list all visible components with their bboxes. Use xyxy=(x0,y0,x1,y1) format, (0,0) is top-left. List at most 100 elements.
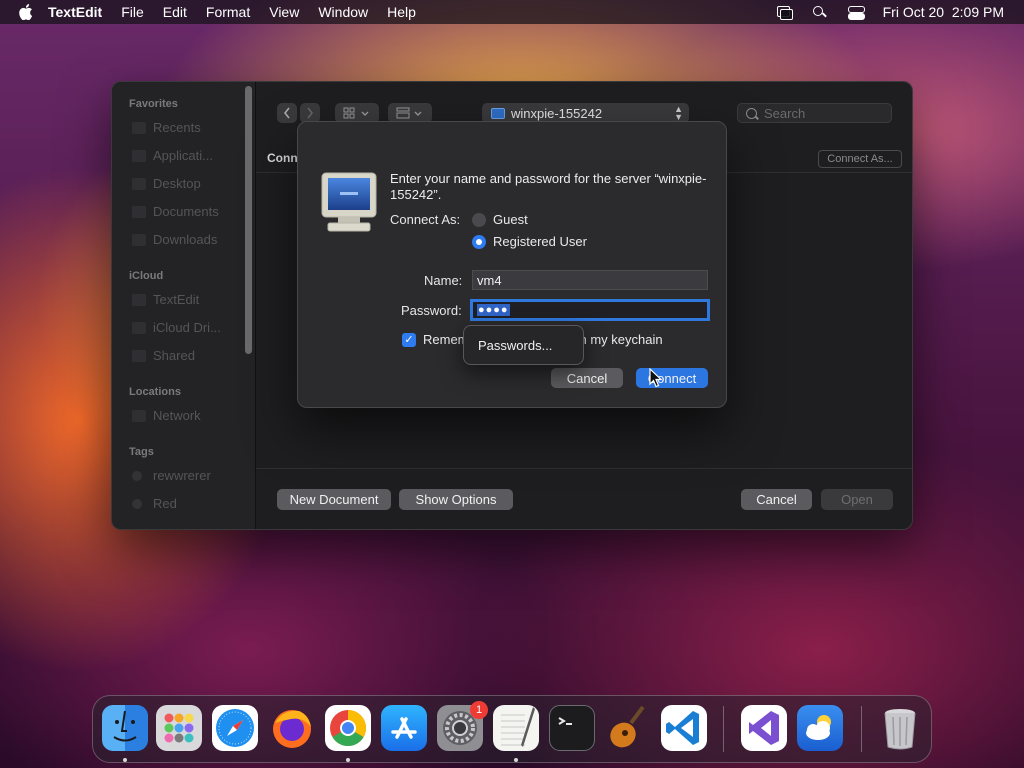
dialog-cancel-button[interactable]: Cancel xyxy=(551,368,623,388)
sidebar-item-label: Shared xyxy=(153,348,195,363)
passwords-menu-item[interactable]: Passwords... xyxy=(478,338,552,353)
name-field[interactable]: vm4 xyxy=(472,270,708,290)
control-center-icon[interactable] xyxy=(847,5,865,20)
view-mode-button[interactable] xyxy=(335,103,379,123)
sidebar-item-label: Red xyxy=(153,496,177,511)
textedit-paper-pen-icon xyxy=(501,707,535,747)
apple-menu-icon[interactable] xyxy=(18,4,34,20)
radio-off-icon xyxy=(472,212,486,227)
menu-format[interactable]: Format xyxy=(206,4,250,20)
sidebar-item-desktop[interactable]: Desktop xyxy=(132,176,201,191)
guest-radio-label: Guest xyxy=(493,212,528,227)
textedit-dock-icon[interactable] xyxy=(493,705,539,751)
menu-edit[interactable]: Edit xyxy=(163,4,187,20)
clock-icon xyxy=(132,121,146,134)
finder-dock-icon[interactable] xyxy=(102,705,148,751)
guest-radio[interactable]: Guest xyxy=(472,212,528,227)
sidebar-scrollbar[interactable] xyxy=(245,86,252,354)
sidebar-header-locations: Locations xyxy=(129,386,181,398)
password-label: Password: xyxy=(401,303,462,318)
vscode-dock-icon[interactable] xyxy=(661,705,707,751)
trash-icon xyxy=(884,709,916,750)
chevron-left-icon xyxy=(283,107,290,119)
compass-icon xyxy=(216,709,254,747)
dialog-message: Enter your name and password for the ser… xyxy=(390,171,707,202)
network-globe-icon xyxy=(132,409,146,422)
sidebar-item-textedit[interactable]: TextEdit xyxy=(132,292,199,307)
launchpad-dock-icon[interactable] xyxy=(156,705,202,751)
vscode-icon xyxy=(666,711,699,745)
sidebar-item-documents[interactable]: Documents xyxy=(132,204,219,219)
spotlight-search-icon[interactable] xyxy=(811,5,829,19)
finder-running-indicator xyxy=(123,758,127,762)
menu-app-name[interactable]: TextEdit xyxy=(48,4,102,20)
name-value: vm4 xyxy=(477,272,502,288)
registered-user-radio[interactable]: Registered User xyxy=(472,234,587,249)
firefox-icon xyxy=(273,710,311,748)
safari-dock-icon[interactable] xyxy=(212,705,258,751)
sidebar-item-applications[interactable]: Applicati... xyxy=(132,148,213,163)
sidebar-item-shared[interactable]: Shared xyxy=(132,348,195,363)
show-options-button[interactable]: Show Options xyxy=(399,489,513,510)
sidebar-item-icloud-drive[interactable]: iCloud Dri... xyxy=(132,320,221,335)
sun-cloud-icon xyxy=(806,715,831,740)
terminal-dock-icon[interactable] xyxy=(549,705,595,751)
sidebar-item-downloads[interactable]: Downloads xyxy=(132,232,217,247)
up-down-chevron-icon: ▲ ▼ xyxy=(674,104,683,122)
password-field[interactable]: ●●●● xyxy=(470,299,710,321)
app-store-dock-icon[interactable] xyxy=(381,705,427,751)
finder-face-icon xyxy=(113,710,137,742)
sidebar-item-tag-rewwrerer[interactable]: rewwrerer xyxy=(132,468,211,483)
group-by-button[interactable] xyxy=(388,103,432,123)
sidebar-item-tag-red[interactable]: Red xyxy=(132,496,177,511)
search-placeholder: Search xyxy=(764,105,806,121)
menu-help[interactable]: Help xyxy=(387,4,416,20)
sidebar: Favorites Recents Applicati... Desktop D… xyxy=(112,82,256,529)
menu-window[interactable]: Window xyxy=(318,4,368,20)
open-button[interactable]: Open xyxy=(821,489,893,510)
visual-studio-icon xyxy=(749,711,779,745)
location-popup-label: winxpie-155242 xyxy=(511,105,603,121)
menu-view[interactable]: View xyxy=(269,4,299,20)
connect-as-button[interactable]: Connect As... xyxy=(818,150,902,168)
menubar-clock[interactable]: Fri Oct 20 2:09 PM xyxy=(883,4,1004,20)
back-button[interactable] xyxy=(277,103,297,123)
screen-mirroring-icon[interactable] xyxy=(775,5,793,20)
sidebar-item-label: Applicati... xyxy=(153,148,213,163)
icon-grid-view-icon xyxy=(343,107,369,119)
visual-studio-dock-icon[interactable] xyxy=(741,705,787,751)
bottom-divider xyxy=(256,468,912,469)
sidebar-header-favorites: Favorites xyxy=(129,98,178,110)
applications-icon xyxy=(132,149,146,162)
dock: 1 xyxy=(92,695,932,763)
system-settings-dock-icon[interactable]: 1 xyxy=(437,701,488,751)
dialog-connect-button[interactable]: Connect xyxy=(636,368,708,388)
checkmark-icon: ✓ xyxy=(402,332,416,347)
chrome-dock-icon[interactable] xyxy=(325,705,371,751)
app-store-icon xyxy=(391,717,417,739)
weather-dock-icon[interactable] xyxy=(797,705,843,751)
garageband-dock-icon[interactable] xyxy=(605,705,651,751)
trash-dock-icon[interactable] xyxy=(877,705,923,751)
cancel-button[interactable]: Cancel xyxy=(741,489,812,510)
menu-file[interactable]: File xyxy=(121,4,144,20)
sidebar-item-network[interactable]: Network xyxy=(132,408,201,423)
desktop-icon xyxy=(132,177,146,190)
mouse-cursor-icon xyxy=(649,368,663,388)
firefox-dock-icon[interactable] xyxy=(269,705,315,751)
search-field[interactable]: Search xyxy=(737,103,892,123)
registered-user-radio-label: Registered User xyxy=(493,234,587,249)
forward-button[interactable] xyxy=(300,103,320,123)
sidebar-item-label: Documents xyxy=(153,204,219,219)
location-popup[interactable]: winxpie-155242 ▲ ▼ xyxy=(482,103,689,123)
sidebar-item-label: Recents xyxy=(153,120,201,135)
tag-dot-icon xyxy=(132,498,142,509)
sidebar-header-tags: Tags xyxy=(129,446,154,458)
sidebar-item-label: Downloads xyxy=(153,232,218,247)
new-document-button[interactable]: New Document xyxy=(277,489,391,510)
sidebar-item-recents[interactable]: Recents xyxy=(132,120,201,135)
sidebar-item-label: rewwrerer xyxy=(153,468,211,483)
textedit-running-indicator xyxy=(514,758,518,762)
connection-status-label: Conn xyxy=(267,151,298,165)
document-icon xyxy=(132,205,146,218)
